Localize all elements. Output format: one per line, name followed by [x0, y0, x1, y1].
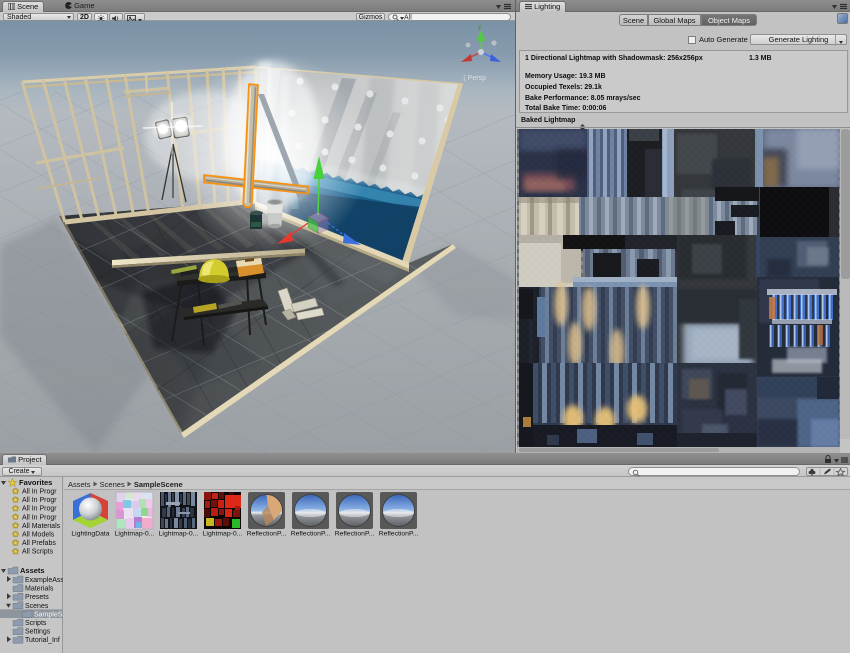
svg-text:All In Progr: All In Progr — [22, 497, 57, 504]
svg-text:Lightmap-0...: Lightmap-0... — [203, 531, 243, 538]
svg-text:All Materials: All Materials — [22, 523, 61, 530]
svg-text:Materials: Materials — [25, 586, 54, 593]
svg-text:Settings: Settings — [25, 629, 51, 636]
svg-text:Tutorial_Inf: Tutorial_Inf — [25, 637, 60, 644]
svg-text:All Prefabs: All Prefabs — [22, 540, 56, 547]
svg-text:All Models: All Models — [22, 532, 55, 539]
svg-text:Lightmap-0...: Lightmap-0... — [115, 531, 155, 538]
svg-text:y: y — [478, 25, 481, 31]
svg-text:Scenes: Scenes — [25, 603, 49, 610]
svg-text:ExampleAss: ExampleAss — [25, 577, 63, 584]
svg-text:Favorites: Favorites — [19, 478, 52, 487]
svg-text:All Scripts: All Scripts — [22, 549, 54, 556]
svg-text:All In Progr: All In Progr — [22, 514, 57, 521]
svg-text:Assets: Assets — [20, 566, 45, 575]
svg-text:ReflectionP...: ReflectionP... — [379, 531, 419, 538]
svg-text:Scripts: Scripts — [25, 620, 47, 627]
svg-text:⟨ Persp: ⟨ Persp — [463, 74, 486, 82]
svg-text:All In Progr: All In Progr — [22, 489, 57, 496]
svg-text:ReflectionP...: ReflectionP... — [335, 531, 375, 538]
svg-text:ReflectionP...: ReflectionP... — [247, 531, 287, 538]
svg-text:LightingData: LightingData — [71, 531, 109, 538]
svg-text:SampleS: SampleS — [34, 611, 63, 618]
svg-text:All In Progr: All In Progr — [22, 506, 57, 513]
svg-text:ReflectionP...: ReflectionP... — [291, 531, 331, 538]
svg-text:Lightmap-0...: Lightmap-0... — [159, 531, 199, 538]
svg-text:Presets: Presets — [25, 594, 49, 601]
